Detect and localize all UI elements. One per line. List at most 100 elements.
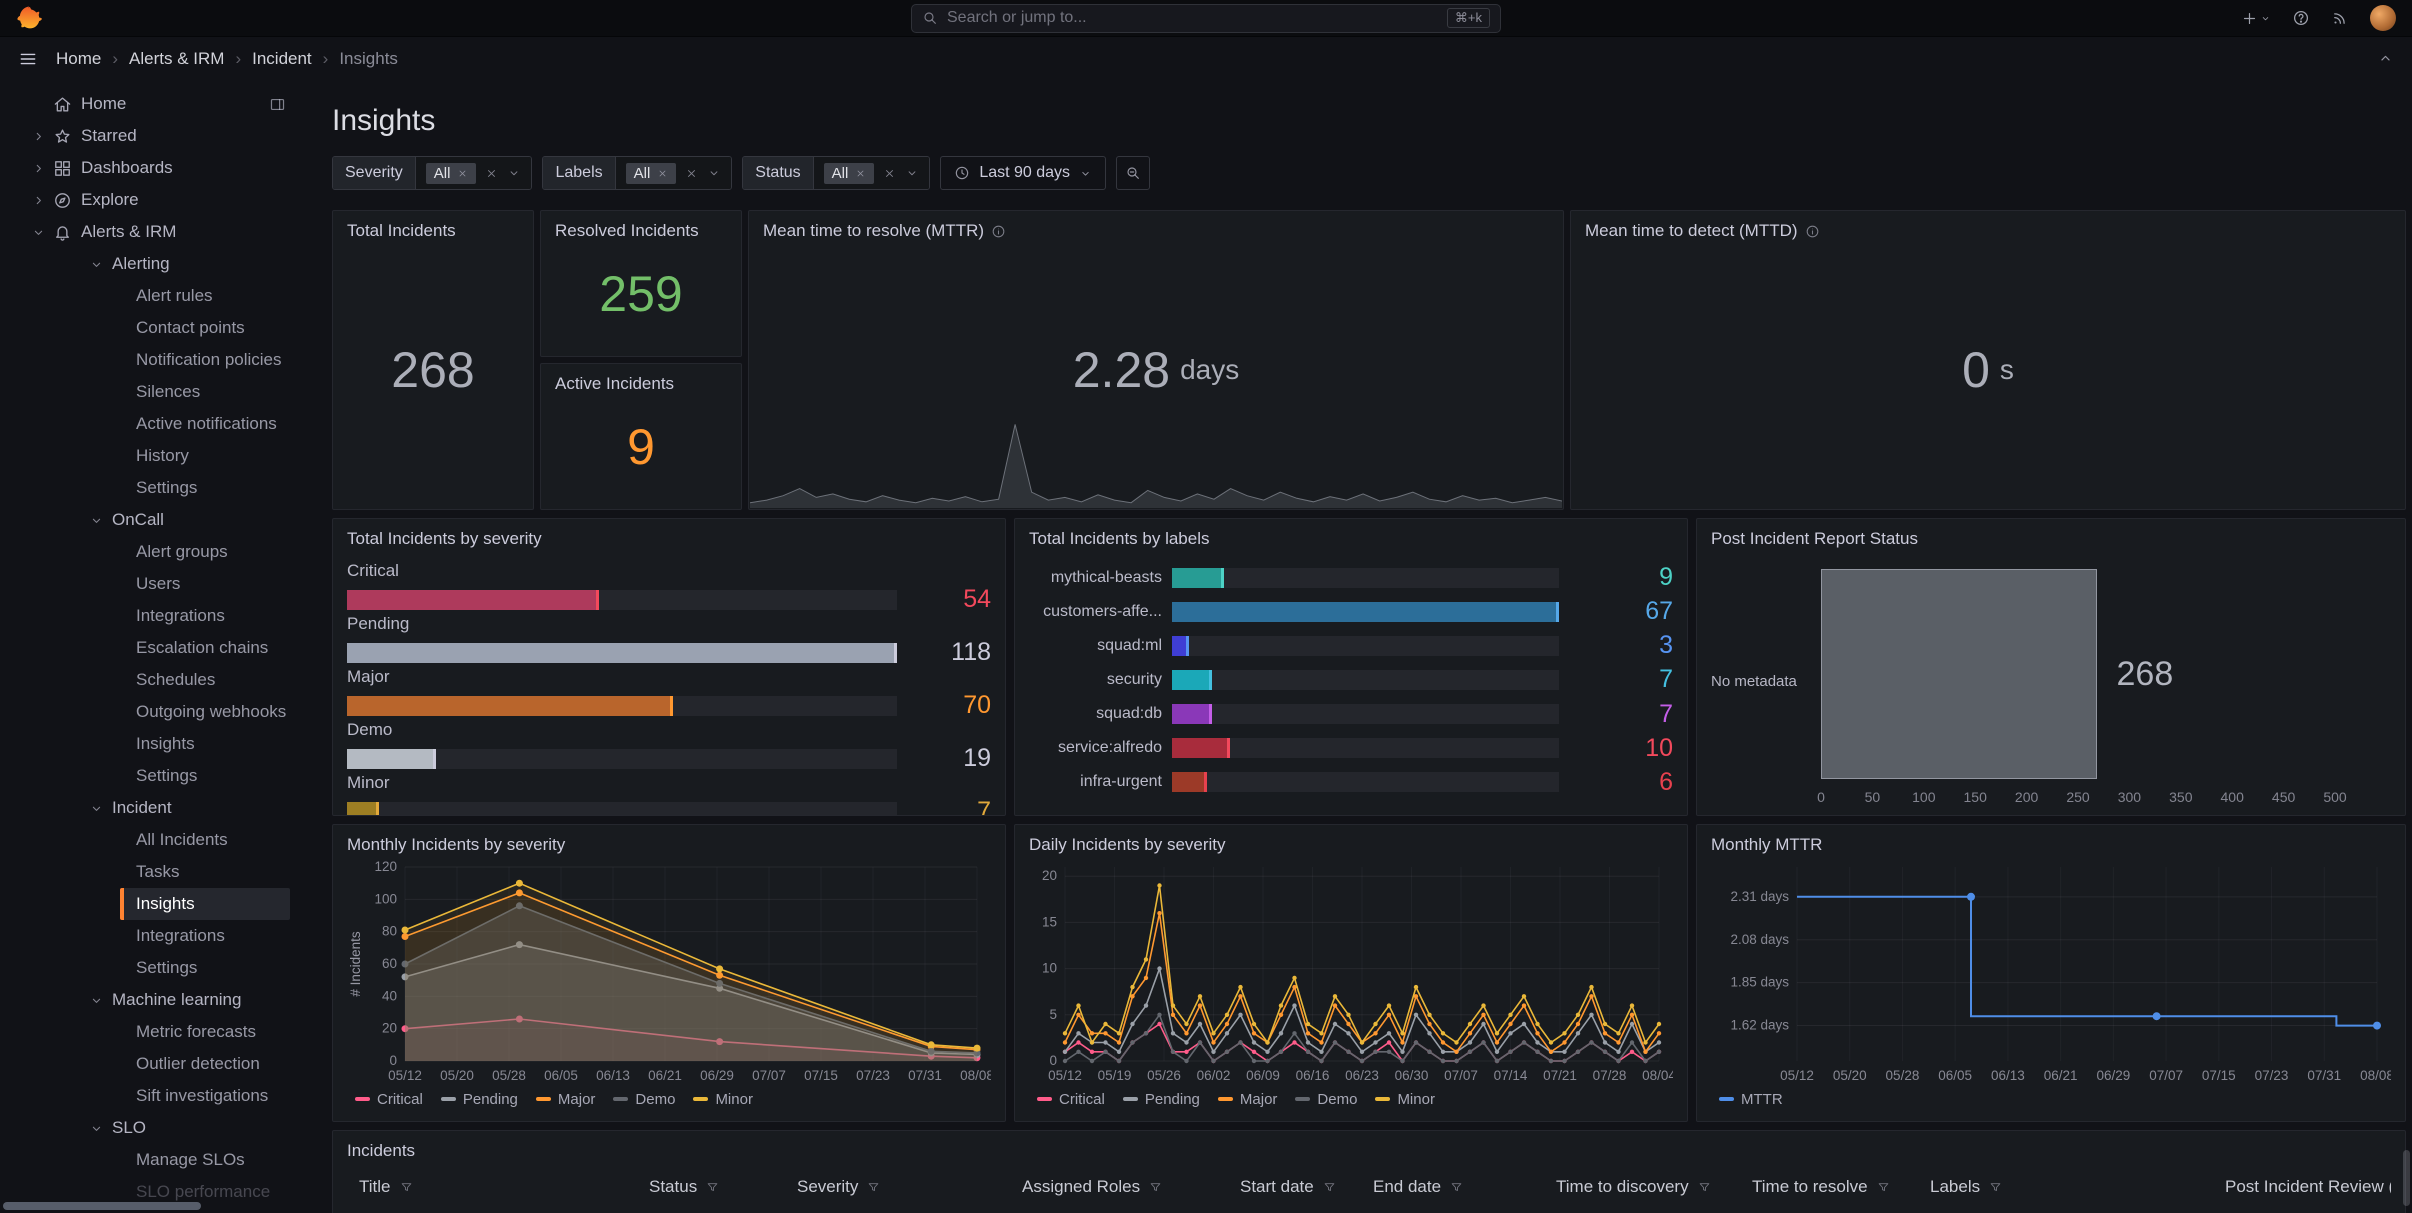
sidebar-item-all-incidents[interactable]: All Incidents bbox=[120, 824, 290, 856]
sidebar-item-insights[interactable]: Insights bbox=[120, 728, 290, 760]
filter-severity[interactable]: SeverityAll bbox=[332, 156, 532, 190]
column-header-post-incident-review[interactable]: Post Incident Review ( bbox=[2225, 1177, 2391, 1197]
column-header-start-date[interactable]: Start date bbox=[1240, 1177, 1373, 1197]
sidebar-item-schedules[interactable]: Schedules bbox=[120, 664, 290, 696]
chevron-down-icon[interactable] bbox=[507, 166, 521, 180]
search-input[interactable]: ⌘+k bbox=[911, 4, 1501, 33]
legend-item[interactable]: Pending bbox=[1123, 1091, 1200, 1108]
sidebar-item-alerts-irm[interactable]: Alerts & IRM bbox=[0, 216, 302, 248]
sidebar-item-contact-points[interactable]: Contact points bbox=[120, 312, 290, 344]
sidebar-item-slo[interactable]: SLO bbox=[84, 1112, 302, 1144]
chevron-right-icon[interactable] bbox=[26, 129, 50, 144]
legend-item[interactable]: Major bbox=[536, 1091, 596, 1108]
chevron-down-icon[interactable] bbox=[84, 1121, 108, 1136]
column-header-severity[interactable]: Severity bbox=[797, 1177, 1022, 1197]
sidebar-item-metric-forecasts[interactable]: Metric forecasts bbox=[120, 1016, 290, 1048]
filter-value-chip[interactable]: All bbox=[426, 163, 477, 184]
dock-sidebar-icon[interactable] bbox=[269, 96, 286, 113]
filter-funnel-icon[interactable] bbox=[867, 1181, 880, 1194]
sidebar-item-oncall[interactable]: OnCall bbox=[84, 504, 302, 536]
filter-funnel-icon[interactable] bbox=[1450, 1181, 1463, 1194]
info-icon[interactable] bbox=[991, 224, 1006, 239]
sidebar-item-alerting[interactable]: Alerting bbox=[84, 248, 302, 280]
sidebar-item-silences[interactable]: Silences bbox=[120, 376, 290, 408]
clear-filter-icon[interactable] bbox=[883, 167, 896, 180]
column-header-assigned-roles[interactable]: Assigned Roles bbox=[1022, 1177, 1240, 1197]
legend-item[interactable]: MTTR bbox=[1719, 1091, 1783, 1108]
chevron-down-icon[interactable] bbox=[26, 225, 50, 240]
sidebar-item-insights[interactable]: Insights bbox=[120, 888, 290, 920]
sidebar-item-outlier-detection[interactable]: Outlier detection bbox=[120, 1048, 290, 1080]
legend-item[interactable]: Demo bbox=[1295, 1091, 1357, 1108]
chevron-down-icon[interactable] bbox=[84, 993, 108, 1008]
filter-funnel-icon[interactable] bbox=[1989, 1181, 2002, 1194]
legend-item[interactable]: Pending bbox=[441, 1091, 518, 1108]
info-icon[interactable] bbox=[1805, 224, 1820, 239]
filter-status[interactable]: StatusAll bbox=[742, 156, 930, 190]
sidebar-item-sift-investigations[interactable]: Sift investigations bbox=[120, 1080, 290, 1112]
page-scrollbar[interactable] bbox=[2403, 1150, 2410, 1206]
sidebar-item-integrations[interactable]: Integrations bbox=[120, 600, 290, 632]
column-header-time-to-resolve[interactable]: Time to resolve bbox=[1752, 1177, 1930, 1197]
sidebar-item-active-notifications[interactable]: Active notifications bbox=[120, 408, 290, 440]
chevron-up-icon[interactable] bbox=[2377, 50, 2394, 67]
sidebar-item-starred[interactable]: Starred bbox=[0, 120, 302, 152]
column-header-status[interactable]: Status bbox=[649, 1177, 797, 1197]
chevron-down-icon[interactable] bbox=[84, 513, 108, 528]
clear-filter-icon[interactable] bbox=[485, 167, 498, 180]
legend-item[interactable]: Demo bbox=[613, 1091, 675, 1108]
search-field[interactable] bbox=[947, 9, 1438, 27]
sidebar-item-notification-policies[interactable]: Notification policies bbox=[120, 344, 290, 376]
chevron-right-icon[interactable] bbox=[26, 193, 50, 208]
legend-item[interactable]: Critical bbox=[1037, 1091, 1105, 1108]
sidebar-item-incident[interactable]: Incident bbox=[84, 792, 302, 824]
sidebar-item-manage-slos[interactable]: Manage SLOs bbox=[120, 1144, 290, 1176]
column-header-end-date[interactable]: End date bbox=[1373, 1177, 1556, 1197]
breadcrumb-item[interactable]: Alerts & IRM bbox=[129, 49, 224, 69]
sidebar-item-machine-learning[interactable]: Machine learning bbox=[84, 984, 302, 1016]
sidebar-item-outgoing-webhooks[interactable]: Outgoing webhooks bbox=[120, 696, 290, 728]
sidebar-scrollbar[interactable] bbox=[3, 1202, 201, 1210]
sidebar-item-integrations[interactable]: Integrations bbox=[120, 920, 290, 952]
legend-item[interactable]: Critical bbox=[355, 1091, 423, 1108]
menu-togg le-icon[interactable] bbox=[18, 49, 38, 69]
remove-value-icon[interactable] bbox=[457, 168, 468, 179]
sidebar-item-tasks[interactable]: Tasks bbox=[120, 856, 290, 888]
column-header-title[interactable]: Title bbox=[359, 1177, 649, 1197]
new-button[interactable] bbox=[2241, 10, 2271, 27]
avatar[interactable] bbox=[2370, 5, 2396, 31]
news-icon[interactable] bbox=[2331, 9, 2349, 27]
sidebar-item-settings[interactable]: Settings bbox=[120, 760, 290, 792]
remove-value-icon[interactable] bbox=[657, 168, 668, 179]
sidebar-item-escalation-chains[interactable]: Escalation chains bbox=[120, 632, 290, 664]
chevron-down-icon[interactable] bbox=[707, 166, 721, 180]
chevron-down-icon[interactable] bbox=[84, 801, 108, 816]
filter-funnel-icon[interactable] bbox=[1877, 1181, 1890, 1194]
time-range-picker[interactable]: Last 90 days bbox=[940, 156, 1106, 190]
filter-funnel-icon[interactable] bbox=[1149, 1181, 1162, 1194]
filter-value-chip[interactable]: All bbox=[626, 163, 677, 184]
filter-funnel-icon[interactable] bbox=[1698, 1181, 1711, 1194]
breadcrumb-item[interactable]: Incident bbox=[252, 49, 312, 69]
sidebar-item-home[interactable]: Home bbox=[0, 88, 302, 120]
sidebar-item-alert-rules[interactable]: Alert rules bbox=[120, 280, 290, 312]
grafana-logo[interactable] bbox=[16, 5, 42, 31]
sidebar-item-settings[interactable]: Settings bbox=[120, 952, 290, 984]
column-header-time-to-discovery[interactable]: Time to discovery bbox=[1556, 1177, 1752, 1197]
legend-item[interactable]: Minor bbox=[693, 1091, 753, 1108]
sidebar-item-users[interactable]: Users bbox=[120, 568, 290, 600]
legend-item[interactable]: Minor bbox=[1375, 1091, 1435, 1108]
breadcrumb-item[interactable]: Home bbox=[56, 49, 101, 69]
filter-labels[interactable]: LabelsAll bbox=[542, 156, 732, 190]
filter-funnel-icon[interactable] bbox=[706, 1181, 719, 1194]
sidebar-item-dashboards[interactable]: Dashboards bbox=[0, 152, 302, 184]
zoom-out-button[interactable] bbox=[1116, 156, 1150, 190]
clear-filter-icon[interactable] bbox=[685, 167, 698, 180]
sidebar-item-explore[interactable]: Explore bbox=[0, 184, 302, 216]
chevron-down-icon[interactable] bbox=[84, 257, 108, 272]
legend-item[interactable]: Major bbox=[1218, 1091, 1278, 1108]
column-header-labels[interactable]: Labels bbox=[1930, 1177, 2225, 1197]
filter-funnel-icon[interactable] bbox=[400, 1181, 413, 1194]
sidebar-item-settings[interactable]: Settings bbox=[120, 472, 290, 504]
sidebar-item-history[interactable]: History bbox=[120, 440, 290, 472]
